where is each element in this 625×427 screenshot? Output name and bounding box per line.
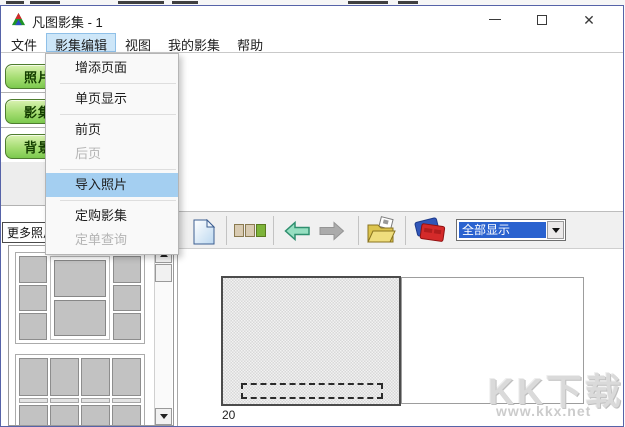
menu-item-single-page-view[interactable]: 单页显示 [46, 87, 178, 111]
app-window: 凡图影集 - 1 ✕ 文件 影集编辑 视图 我的影集 帮助 照片 影集 背景 更… [0, 5, 624, 427]
menu-separator [60, 169, 176, 170]
menu-item-order-query: 定单查询 [75, 232, 128, 247]
minimize-icon[interactable] [478, 6, 512, 33]
filter-select-value: 全部显示 [459, 222, 546, 238]
back-arrow-icon[interactable] [284, 220, 310, 247]
template-list-panel [8, 245, 174, 426]
watermark-url: www.kkx.net [496, 403, 592, 419]
toolbar-separator [358, 216, 359, 245]
album-canvas: 20 KK下载 www.kkx.net [178, 249, 623, 426]
open-folder-icon[interactable] [366, 216, 396, 250]
menu-item-next-page: 后页 [75, 146, 102, 161]
menu-item-prev-page[interactable]: 前页 [46, 118, 178, 142]
toolbar-separator [226, 216, 227, 245]
page-number: 20 [222, 408, 236, 422]
window-title: 凡图影集 - 1 [32, 15, 103, 30]
menu-separator [60, 200, 176, 201]
menubar: 文件 影集编辑 视图 我的影集 帮助 [1, 33, 623, 53]
menu-file[interactable]: 文件 [3, 33, 45, 53]
menu-separator [60, 83, 176, 84]
scrollbar-thumb[interactable] [155, 264, 172, 282]
template-scrollbar[interactable] [154, 246, 172, 425]
toolbar-separator [405, 216, 406, 245]
app-logo-icon [11, 12, 26, 27]
menu-item-order-album[interactable]: 定购影集 [46, 204, 178, 228]
filter-select[interactable]: 全部显示 [456, 219, 566, 241]
layout-icon[interactable] [234, 224, 267, 242]
menu-my-albums[interactable]: 我的影集 [160, 33, 228, 53]
maximize-icon[interactable] [525, 6, 559, 33]
toolbar-separator [273, 216, 274, 245]
template-thumbnail[interactable] [15, 252, 145, 344]
scroll-down-icon[interactable] [155, 408, 172, 425]
menu-item-import-photos[interactable]: 导入照片 [46, 173, 178, 197]
toolbar: 全部显示 [178, 211, 623, 249]
menu-album-edit[interactable]: 影集编辑 [46, 33, 117, 53]
forward-arrow-icon[interactable] [319, 220, 345, 247]
menu-item-add-page[interactable]: 增添页面 [46, 56, 178, 80]
menu-separator [60, 114, 176, 115]
menu-view[interactable]: 视图 [117, 33, 159, 53]
menu-help[interactable]: 帮助 [229, 33, 271, 53]
template-thumbnail[interactable] [15, 354, 145, 425]
album-page-left[interactable] [221, 276, 401, 406]
album-edit-menu: 增添页面 单页显示 前页 后页 导入照片 定购影集 定单查询 [45, 53, 179, 255]
photo-cards-icon[interactable] [412, 216, 446, 250]
photo-placeholder[interactable] [241, 383, 383, 399]
new-page-icon[interactable] [191, 218, 217, 250]
chevron-down-icon[interactable] [547, 221, 564, 239]
close-icon[interactable]: ✕ [572, 6, 606, 33]
titlebar: 凡图影集 - 1 ✕ [1, 6, 623, 33]
